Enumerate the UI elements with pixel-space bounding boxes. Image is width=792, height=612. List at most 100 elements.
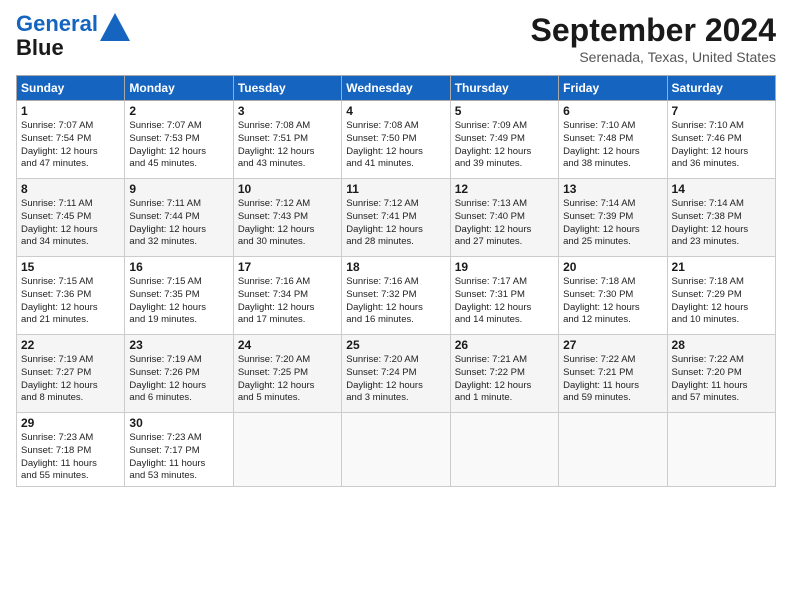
calendar-cell: 11Sunrise: 7:12 AMSunset: 7:41 PMDayligh… <box>342 179 450 257</box>
day-info: Daylight: 12 hours <box>455 146 554 159</box>
day-info: Sunrise: 7:22 AM <box>563 354 662 367</box>
calendar-cell <box>667 413 775 487</box>
day-info: Daylight: 12 hours <box>238 302 337 315</box>
calendar-cell: 9Sunrise: 7:11 AMSunset: 7:44 PMDaylight… <box>125 179 233 257</box>
day-info: Daylight: 12 hours <box>21 224 120 237</box>
day-info: and 27 minutes. <box>455 236 554 249</box>
header-cell-wednesday: Wednesday <box>342 76 450 101</box>
day-info: Sunrise: 7:07 AM <box>21 120 120 133</box>
calendar-cell: 12Sunrise: 7:13 AMSunset: 7:40 PMDayligh… <box>450 179 558 257</box>
title-block: September 2024 Serenada, Texas, United S… <box>531 12 776 65</box>
month-title: September 2024 <box>531 12 776 49</box>
day-info: Daylight: 11 hours <box>672 380 771 393</box>
day-number: 4 <box>346 104 445 118</box>
day-info: Sunrise: 7:10 AM <box>672 120 771 133</box>
day-number: 7 <box>672 104 771 118</box>
day-info: Sunset: 7:32 PM <box>346 289 445 302</box>
day-number: 5 <box>455 104 554 118</box>
day-info: Daylight: 12 hours <box>563 302 662 315</box>
day-info: Daylight: 12 hours <box>238 224 337 237</box>
day-info: Sunrise: 7:17 AM <box>455 276 554 289</box>
location-subtitle: Serenada, Texas, United States <box>531 49 776 65</box>
calendar-cell: 27Sunrise: 7:22 AMSunset: 7:21 PMDayligh… <box>559 335 667 413</box>
day-number: 6 <box>563 104 662 118</box>
day-info: and 28 minutes. <box>346 236 445 249</box>
day-number: 20 <box>563 260 662 274</box>
day-info: Daylight: 12 hours <box>346 302 445 315</box>
day-info: and 41 minutes. <box>346 158 445 171</box>
day-info: and 19 minutes. <box>129 314 228 327</box>
calendar-cell: 21Sunrise: 7:18 AMSunset: 7:29 PMDayligh… <box>667 257 775 335</box>
day-info: Sunrise: 7:15 AM <box>129 276 228 289</box>
day-info: Daylight: 11 hours <box>563 380 662 393</box>
calendar-cell: 16Sunrise: 7:15 AMSunset: 7:35 PMDayligh… <box>125 257 233 335</box>
day-info: Sunrise: 7:18 AM <box>672 276 771 289</box>
day-info: Daylight: 11 hours <box>129 458 228 471</box>
day-number: 24 <box>238 338 337 352</box>
day-info: Sunrise: 7:14 AM <box>563 198 662 211</box>
calendar-week-1: 1Sunrise: 7:07 AMSunset: 7:54 PMDaylight… <box>17 101 776 179</box>
day-info: Daylight: 12 hours <box>21 380 120 393</box>
day-info: Daylight: 12 hours <box>563 146 662 159</box>
day-info: and 32 minutes. <box>129 236 228 249</box>
header-cell-sunday: Sunday <box>17 76 125 101</box>
calendar-table: SundayMondayTuesdayWednesdayThursdayFrid… <box>16 75 776 487</box>
day-info: Sunrise: 7:13 AM <box>455 198 554 211</box>
day-number: 11 <box>346 182 445 196</box>
day-info: Sunset: 7:30 PM <box>563 289 662 302</box>
day-info: Sunrise: 7:23 AM <box>21 432 120 445</box>
day-info: Sunrise: 7:18 AM <box>563 276 662 289</box>
day-info: Sunset: 7:21 PM <box>563 367 662 380</box>
day-number: 28 <box>672 338 771 352</box>
calendar-cell: 5Sunrise: 7:09 AMSunset: 7:49 PMDaylight… <box>450 101 558 179</box>
calendar-cell: 2Sunrise: 7:07 AMSunset: 7:53 PMDaylight… <box>125 101 233 179</box>
day-info: Daylight: 11 hours <box>21 458 120 471</box>
day-info: Sunset: 7:25 PM <box>238 367 337 380</box>
day-info: and 16 minutes. <box>346 314 445 327</box>
calendar-cell: 4Sunrise: 7:08 AMSunset: 7:50 PMDaylight… <box>342 101 450 179</box>
day-info: Sunset: 7:53 PM <box>129 133 228 146</box>
day-info: Sunrise: 7:19 AM <box>21 354 120 367</box>
day-info: Sunrise: 7:14 AM <box>672 198 771 211</box>
day-info: and 6 minutes. <box>129 392 228 405</box>
day-info: Sunset: 7:35 PM <box>129 289 228 302</box>
calendar-cell <box>233 413 341 487</box>
day-info: Sunset: 7:34 PM <box>238 289 337 302</box>
day-number: 18 <box>346 260 445 274</box>
day-info: and 59 minutes. <box>563 392 662 405</box>
header-cell-friday: Friday <box>559 76 667 101</box>
day-number: 16 <box>129 260 228 274</box>
day-info: Daylight: 12 hours <box>455 224 554 237</box>
calendar-cell: 22Sunrise: 7:19 AMSunset: 7:27 PMDayligh… <box>17 335 125 413</box>
calendar-cell: 13Sunrise: 7:14 AMSunset: 7:39 PMDayligh… <box>559 179 667 257</box>
day-info: Sunset: 7:22 PM <box>455 367 554 380</box>
day-info: Sunset: 7:50 PM <box>346 133 445 146</box>
calendar-week-2: 8Sunrise: 7:11 AMSunset: 7:45 PMDaylight… <box>17 179 776 257</box>
day-info: Sunrise: 7:10 AM <box>563 120 662 133</box>
day-info: Sunset: 7:44 PM <box>129 211 228 224</box>
calendar-cell: 1Sunrise: 7:07 AMSunset: 7:54 PMDaylight… <box>17 101 125 179</box>
day-number: 25 <box>346 338 445 352</box>
day-info: Daylight: 12 hours <box>346 380 445 393</box>
day-info: Sunrise: 7:11 AM <box>21 198 120 211</box>
day-info: and 38 minutes. <box>563 158 662 171</box>
day-number: 23 <box>129 338 228 352</box>
day-info: Sunset: 7:49 PM <box>455 133 554 146</box>
day-info: Daylight: 12 hours <box>455 380 554 393</box>
day-info: Daylight: 12 hours <box>21 146 120 159</box>
calendar-week-5: 29Sunrise: 7:23 AMSunset: 7:18 PMDayligh… <box>17 413 776 487</box>
day-number: 10 <box>238 182 337 196</box>
header-cell-thursday: Thursday <box>450 76 558 101</box>
day-number: 2 <box>129 104 228 118</box>
day-info: Sunset: 7:43 PM <box>238 211 337 224</box>
day-info: Sunset: 7:29 PM <box>672 289 771 302</box>
day-info: Sunset: 7:20 PM <box>672 367 771 380</box>
calendar-cell: 24Sunrise: 7:20 AMSunset: 7:25 PMDayligh… <box>233 335 341 413</box>
day-info: Sunset: 7:51 PM <box>238 133 337 146</box>
calendar-cell: 25Sunrise: 7:20 AMSunset: 7:24 PMDayligh… <box>342 335 450 413</box>
day-info: and 36 minutes. <box>672 158 771 171</box>
day-info: Sunset: 7:39 PM <box>563 211 662 224</box>
day-info: Daylight: 12 hours <box>21 302 120 315</box>
calendar-cell: 14Sunrise: 7:14 AMSunset: 7:38 PMDayligh… <box>667 179 775 257</box>
header-cell-monday: Monday <box>125 76 233 101</box>
